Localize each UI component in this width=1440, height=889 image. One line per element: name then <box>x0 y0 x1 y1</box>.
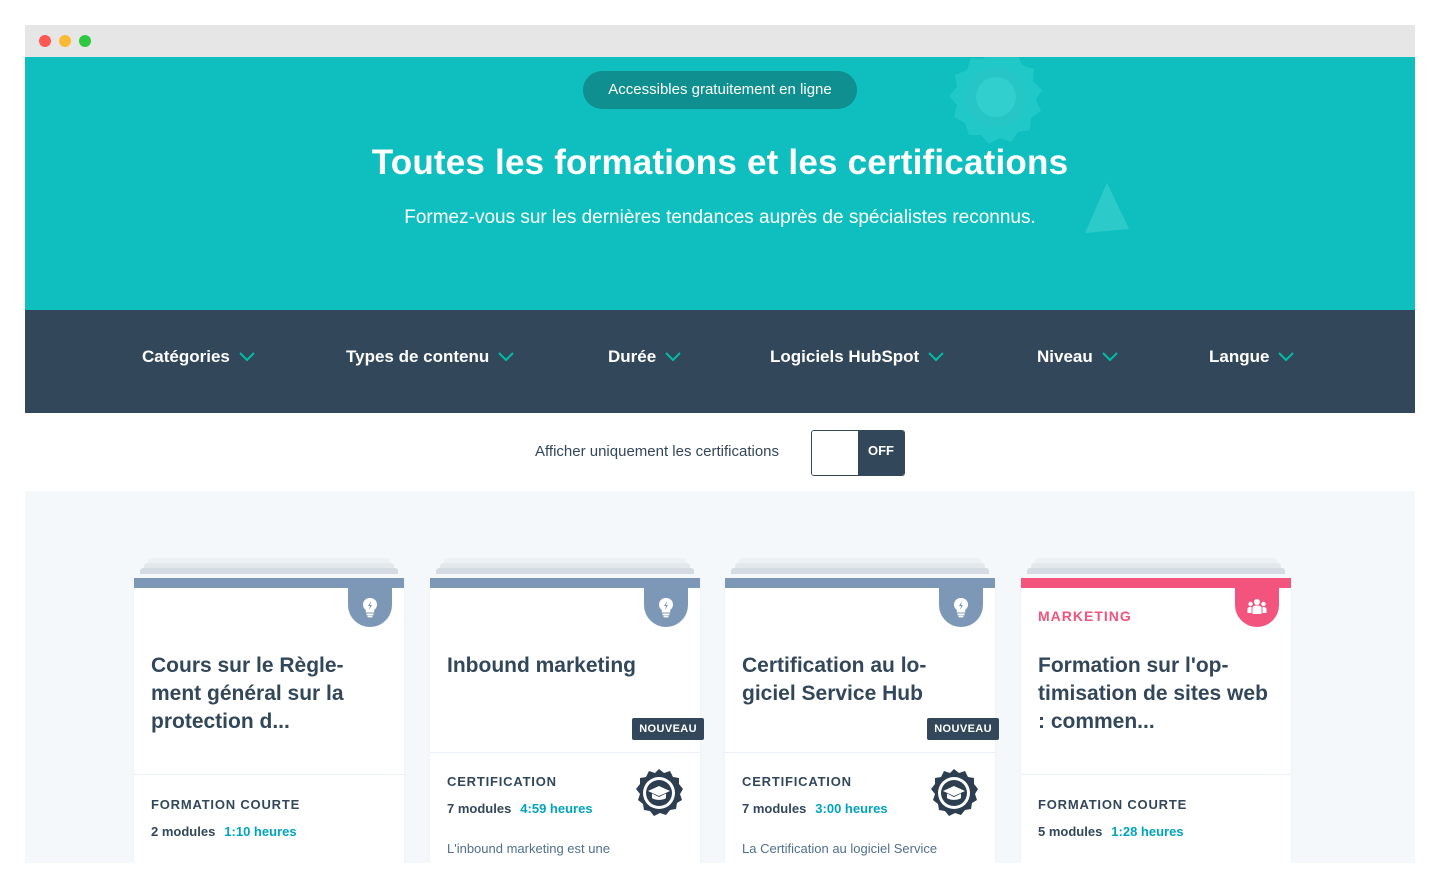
certification-seal-icon <box>931 769 978 816</box>
browser-window: Accessibles gratuitement en ligne Toutes… <box>25 25 1415 863</box>
chevron-down-icon <box>498 352 514 362</box>
card-content-type: FORMATION COURTE <box>151 797 301 812</box>
toggle-state: OFF <box>858 431 904 475</box>
card-icon-tab <box>348 587 392 627</box>
card-modules: 5 modules <box>1038 824 1103 839</box>
course-card-grid: Cours sur le Règle-ment général sur la p… <box>25 491 1415 863</box>
card-meta: 7 modules 3:00 heures <box>742 801 888 816</box>
card-stack-layer <box>1027 568 1285 574</box>
card-modules: 2 modules <box>151 824 216 839</box>
card-stack-layer <box>731 568 989 574</box>
card-content-type: FORMATION COURTE <box>1038 797 1188 812</box>
card-divider <box>725 752 995 753</box>
close-window-dot[interactable] <box>39 35 51 47</box>
filter-label: Langue <box>1209 347 1270 366</box>
card-content-type: CERTIFICATION <box>742 774 852 789</box>
certifications-only-toggle[interactable]: OFF <box>811 430 905 476</box>
card-stack-layer <box>140 568 398 574</box>
card-body[interactable]: MARKETING Formation sur l'op-timisation … <box>1021 578 1291 863</box>
page-subtitle: Formez-vous sur les dernières tendances … <box>404 207 1036 228</box>
card-title[interactable]: Inbound marketing <box>447 652 684 680</box>
filter-bar: Catégories Types de contenu Durée Logici… <box>25 310 1415 413</box>
card-duration: 3:00 heures <box>815 801 888 816</box>
card-icon-tab <box>939 587 983 627</box>
chevron-down-icon <box>1278 352 1295 362</box>
free-online-badge: Accessibles gratuitement en ligne <box>583 71 857 109</box>
card-title[interactable]: Formation sur l'op-timisation de sites w… <box>1038 652 1275 736</box>
new-badge: NOUVEAU <box>927 718 999 740</box>
lightbulb-icon <box>363 598 377 618</box>
filter-label: Catégories <box>142 347 230 366</box>
decorative-seal-icon <box>949 57 1042 144</box>
minimize-window-dot[interactable] <box>59 35 71 47</box>
filter-label: Logiciels HubSpot <box>770 347 920 366</box>
maximize-window-dot[interactable] <box>79 35 91 47</box>
card-meta: 2 modules 1:10 heures <box>151 824 297 839</box>
chevron-down-icon <box>1102 352 1118 362</box>
course-card[interactable]: Inbound marketing NOUVEAU CERTIFICATION … <box>430 558 704 863</box>
lightbulb-icon <box>659 598 673 618</box>
chevron-down-icon <box>928 352 944 362</box>
filter-label: Types de contenu <box>346 347 490 366</box>
filter-label: Durée <box>608 347 657 366</box>
filter-level[interactable]: Niveau <box>1037 345 1119 369</box>
card-duration: 1:10 heures <box>224 824 297 839</box>
course-card[interactable]: MARKETING Formation sur l'op-timisation … <box>1021 558 1291 863</box>
card-body[interactable]: Inbound marketing NOUVEAU CERTIFICATION … <box>430 578 704 863</box>
card-icon-tab <box>1235 587 1279 627</box>
card-title[interactable]: Certification au lo-giciel Service Hub <box>742 652 979 708</box>
card-duration: 4:59 heures <box>520 801 593 816</box>
card-divider <box>430 752 700 753</box>
card-modules: 7 modules <box>742 801 807 816</box>
card-stack-layer <box>436 568 694 574</box>
card-category[interactable]: MARKETING <box>1038 608 1132 624</box>
chevron-down-icon <box>665 352 681 362</box>
lightbulb-icon <box>954 598 968 618</box>
card-content-type: CERTIFICATION <box>447 774 557 789</box>
card-meta: 7 modules 4:59 heures <box>447 801 593 816</box>
toggle-knob <box>812 431 858 475</box>
card-body[interactable]: Certification au lo-giciel Service Hub N… <box>725 578 999 863</box>
course-card[interactable]: Certification au lo-giciel Service Hub N… <box>725 558 999 863</box>
card-title[interactable]: Cours sur le Règle-ment général sur la p… <box>151 652 388 736</box>
filter-label: Niveau <box>1037 347 1093 366</box>
card-icon-tab <box>644 587 688 627</box>
filter-categories[interactable]: Catégories <box>142 345 256 369</box>
card-description: La Certification au logiciel Service <box>742 841 938 856</box>
hero-banner: Accessibles gratuitement en ligne Toutes… <box>25 57 1415 310</box>
card-divider <box>134 774 404 775</box>
chevron-down-icon <box>239 352 255 362</box>
card-meta: 5 modules 1:28 heures <box>1038 824 1184 839</box>
filter-hubspot-software[interactable]: Logiciels HubSpot <box>770 345 945 369</box>
card-duration: 1:28 heures <box>1111 824 1184 839</box>
card-description: L'inbound marketing est une <box>447 841 610 856</box>
window-titlebar <box>25 25 1415 57</box>
course-card[interactable]: Cours sur le Règle-ment général sur la p… <box>134 558 404 863</box>
people-icon <box>1247 599 1267 614</box>
new-badge: NOUVEAU <box>632 718 704 740</box>
filter-content-types[interactable]: Types de contenu <box>346 345 515 369</box>
toggle-label: Afficher uniquement les certifications <box>535 443 780 460</box>
card-divider <box>1021 774 1291 775</box>
card-modules: 7 modules <box>447 801 512 816</box>
page-title: Toutes les formations et les certificati… <box>371 143 1069 182</box>
filter-duration[interactable]: Durée <box>608 345 682 369</box>
certification-seal-icon <box>636 769 683 816</box>
card-body[interactable]: Cours sur le Règle-ment général sur la p… <box>134 578 404 863</box>
filter-language[interactable]: Langue <box>1209 345 1295 369</box>
certification-toggle-row: Afficher uniquement les certifications O… <box>25 413 1415 491</box>
